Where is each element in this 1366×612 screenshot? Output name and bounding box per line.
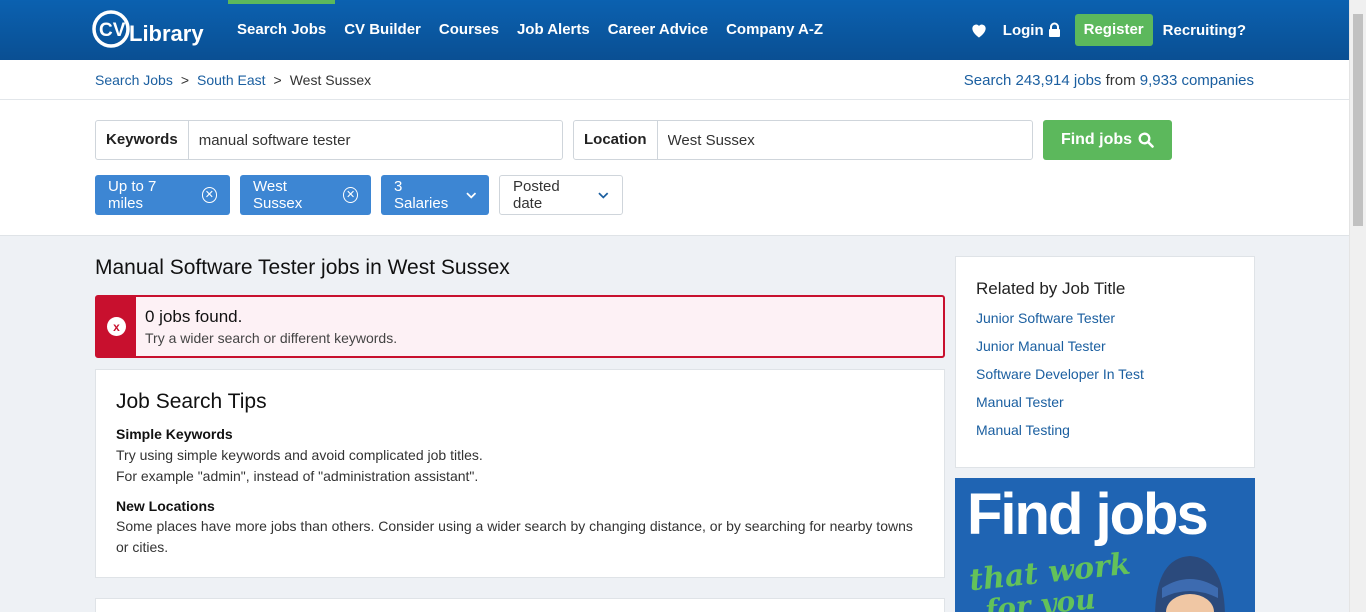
next-card — [95, 598, 945, 612]
keywords-input[interactable] — [188, 121, 562, 159]
location-field: Location — [573, 120, 1033, 160]
alert-heading: 0 jobs found. — [145, 307, 243, 326]
related-link[interactable]: Manual Testing — [976, 422, 1070, 438]
chevron-down-icon — [465, 192, 476, 199]
find-jobs-label: Find jobs — [1060, 131, 1133, 148]
tip-heading: Simple Keywords — [116, 426, 233, 442]
stats-middle: from — [1101, 72, 1140, 89]
tip-text: Try using simple keywords and avoid comp… — [116, 447, 483, 463]
filter-location-label: West Sussex — [253, 178, 303, 212]
page-title: Manual Software Tester jobs in West Suss… — [95, 256, 510, 279]
tip-heading: New Locations — [116, 498, 215, 514]
svg-text:CV: CV — [99, 20, 126, 41]
svg-text:Library: Library — [129, 21, 204, 46]
register-button[interactable]: Register — [1074, 14, 1153, 46]
breadcrumb-south-east[interactable]: South East — [197, 72, 266, 88]
page-scrollbar[interactable] — [1349, 0, 1366, 612]
filter-posted-label: Posted date — [513, 178, 560, 212]
filter-posted-date-dropdown[interactable]: Posted date — [499, 175, 623, 215]
nav-company-a-z[interactable]: Company A-Z — [717, 0, 832, 60]
keywords-label: Keywords — [96, 121, 189, 159]
main-nav: Search Jobs CV Builder Courses Job Alert… — [228, 0, 832, 60]
related-job-titles-card: Related by Job Title Junior Software Tes… — [955, 256, 1255, 468]
no-results-alert: x 0 jobs found. Try a wider search or di… — [95, 295, 945, 358]
search-panel: Keywords Location Find jobs Up to 7 mile… — [0, 100, 1349, 236]
tip-text: Some places have more jobs than others. … — [116, 518, 913, 555]
stats-companies-link[interactable]: 9,933 companies — [1140, 72, 1254, 89]
remove-filter-icon[interactable]: ✕ — [343, 187, 358, 203]
related-title: Related by Job Title — [976, 279, 1126, 298]
cv-library-logo[interactable]: CV Library — [91, 8, 205, 50]
tips-title: Job Search Tips — [116, 390, 267, 413]
nav-job-alerts[interactable]: Job Alerts — [508, 0, 599, 60]
chevron-down-icon — [598, 191, 609, 199]
find-jobs-button[interactable]: Find jobs — [1043, 120, 1172, 160]
related-link[interactable]: Software Developer In Test — [976, 366, 1144, 382]
stats-search-prefix[interactable]: Search — [964, 72, 1016, 89]
nav-courses[interactable]: Courses — [430, 0, 508, 60]
related-link[interactable]: Junior Software Tester — [976, 310, 1115, 326]
related-link[interactable]: Manual Tester — [976, 394, 1064, 410]
related-link[interactable]: Junior Manual Tester — [976, 338, 1106, 354]
filter-distance-label: Up to 7 miles — [108, 178, 157, 212]
account-nav: Login Register Recruiting? — [969, 14, 1246, 46]
ad-person-image — [1155, 556, 1225, 612]
filter-salaries-dropdown[interactable]: 3 Salaries — [381, 175, 489, 215]
breadcrumb-separator: > — [180, 72, 190, 88]
breadcrumb-current: West Sussex — [289, 72, 372, 88]
location-label: Location — [574, 121, 658, 159]
site-stats: Search 243,914 jobs from 9,933 companies — [964, 72, 1254, 89]
breadcrumb-separator: > — [273, 72, 282, 88]
breadcrumb: Search Jobs > South East > West Sussex — [95, 72, 371, 88]
filter-location-chip[interactable]: West Sussex ✕ — [240, 175, 371, 215]
nav-search-jobs[interactable]: Search Jobs — [228, 0, 335, 60]
ad-headline: Find jobs — [967, 482, 1209, 547]
remove-filter-icon[interactable]: ✕ — [201, 187, 217, 203]
breadcrumb-bar: Search Jobs > South East > West Sussex S… — [0, 60, 1349, 100]
job-search-tips-card: Job Search Tips Simple Keywords Try usin… — [95, 369, 945, 578]
location-input[interactable] — [657, 121, 1032, 159]
recruiting-link[interactable]: Recruiting? — [1163, 22, 1246, 39]
nav-cv-builder[interactable]: CV Builder — [335, 0, 430, 60]
site-header: CV Library Search Jobs CV Builder Course… — [0, 0, 1349, 60]
nav-career-advice[interactable]: Career Advice — [599, 0, 717, 60]
error-icon: x — [107, 317, 126, 336]
scrollbar-thumb[interactable] — [1353, 14, 1363, 226]
filter-distance-chip[interactable]: Up to 7 miles ✕ — [95, 175, 230, 215]
keywords-field: Keywords — [95, 120, 563, 160]
login-link[interactable]: Login — [1003, 22, 1061, 39]
heart-icon[interactable] — [969, 20, 989, 40]
breadcrumb-search-jobs[interactable]: Search Jobs — [95, 72, 173, 88]
search-icon — [1138, 132, 1154, 148]
lock-icon — [1048, 22, 1060, 37]
alert-icon-bar: x — [97, 297, 136, 356]
find-jobs-ad-banner[interactable]: Find jobs that work for you — [955, 478, 1255, 612]
stats-jobs-link[interactable]: 243,914 jobs — [1016, 72, 1102, 89]
login-label: Login — [1002, 21, 1044, 39]
tip-text: For example "admin", instead of "adminis… — [116, 468, 479, 484]
alert-text: Try a wider search or different keywords… — [145, 330, 398, 346]
filter-salaries-label: 3 Salaries — [394, 178, 449, 212]
